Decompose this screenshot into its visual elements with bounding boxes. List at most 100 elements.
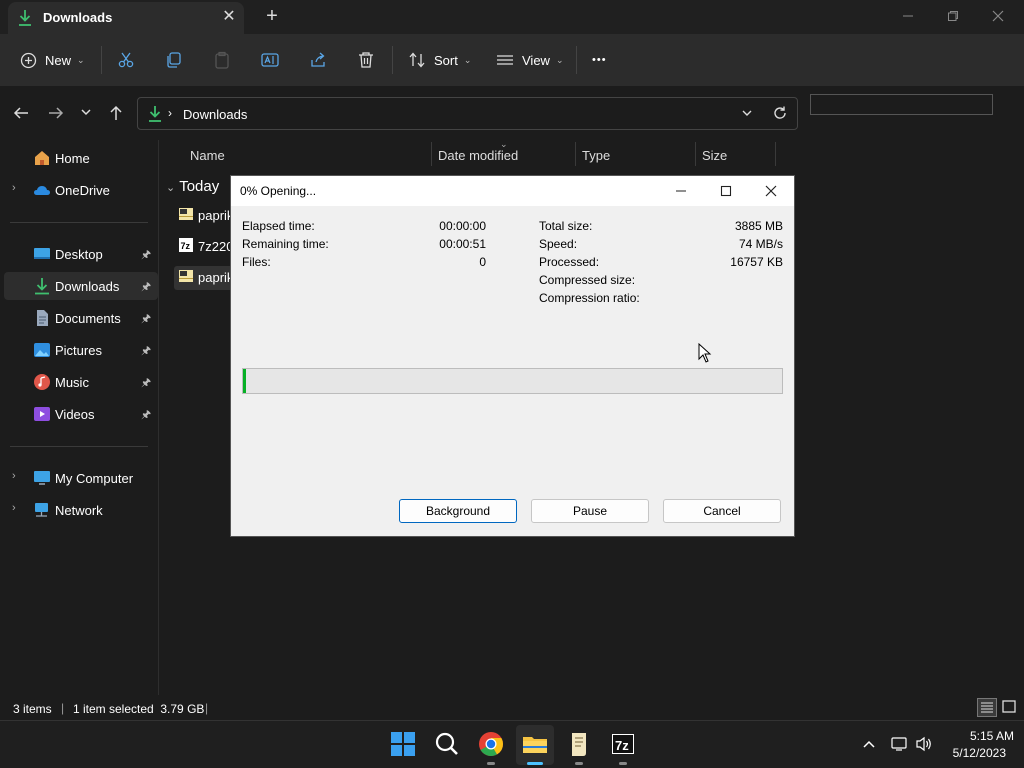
title-bar: Downloads ✕ + — [0, 0, 1024, 34]
cut-button[interactable] — [117, 48, 135, 72]
sidebar-item-label: Network — [55, 503, 103, 518]
column-header-size[interactable]: Size — [702, 148, 727, 163]
tab-close-icon[interactable]: ✕ — [218, 6, 240, 28]
tab-downloads[interactable]: Downloads ✕ — [8, 2, 244, 34]
breadcrumb[interactable]: Downloads — [183, 107, 247, 122]
recent-locations-chevron-icon[interactable] — [80, 106, 92, 121]
sidebar-item-videos[interactable]: Videos 🖈 — [4, 400, 158, 428]
list-item[interactable]: 7z 7z2201 — [174, 235, 241, 259]
sidebar-item-desktop[interactable]: Desktop 🖈 — [4, 240, 158, 268]
close-window-icon[interactable] — [978, 4, 1018, 28]
sort-label: Sort — [434, 52, 458, 68]
network-icon — [33, 501, 51, 519]
close-icon[interactable] — [751, 180, 791, 202]
sidebar-item-onedrive[interactable]: › OneDrive — [4, 176, 158, 204]
sidebar-item-label: Downloads — [55, 279, 120, 294]
address-bar[interactable]: › Downloads — [137, 97, 798, 130]
rename-button[interactable] — [261, 48, 279, 72]
sort-chevron-icon: ⌄ — [500, 139, 508, 149]
share-button[interactable] — [309, 48, 327, 72]
sidebar-item-label: Pictures — [55, 343, 102, 358]
new-button[interactable]: New ⌄ — [20, 48, 85, 72]
sidebar-item-label: Desktop — [55, 247, 103, 262]
chevron-down-icon: ⌄ — [463, 54, 472, 65]
sort-button[interactable]: Sort ⌄ — [408, 48, 471, 72]
divider[interactable] — [431, 142, 432, 166]
refresh-icon[interactable] — [772, 105, 788, 124]
copy-button[interactable] — [165, 48, 183, 72]
tiles-view-button[interactable] — [1000, 698, 1020, 717]
column-header-type[interactable]: Type — [582, 148, 610, 163]
file-explorer-icon[interactable] — [520, 729, 550, 759]
7zip-icon[interactable]: 7z — [608, 729, 638, 759]
files-label: Files: — [242, 255, 271, 269]
sidebar-item-network[interactable]: › Network — [4, 496, 158, 524]
computer-icon — [33, 469, 51, 487]
column-headers: Name Date modified ⌄ Type Size — [160, 139, 800, 168]
rename-icon — [261, 51, 279, 69]
minimize-icon[interactable] — [661, 180, 701, 202]
new-tab-button[interactable]: + — [260, 5, 284, 29]
pause-button[interactable]: Pause — [531, 499, 649, 523]
sidebar-item-home[interactable]: Home — [4, 144, 158, 172]
total-size-value: 3885 MB — [734, 219, 783, 233]
restore-icon[interactable] — [933, 4, 973, 28]
sidebar-item-documents[interactable]: Documents 🖈 — [4, 304, 158, 332]
chevron-right-icon[interactable]: › — [12, 470, 16, 482]
navigation-pane: Home › OneDrive Desktop 🖈 Downloads 🖈 Do… — [0, 140, 158, 695]
search-icon[interactable] — [432, 729, 462, 759]
up-arrow-icon[interactable] — [107, 104, 125, 125]
divider — [392, 46, 393, 74]
volume-icon[interactable] — [915, 736, 933, 755]
pin-icon: 🖈 — [141, 281, 152, 293]
notepad-icon[interactable] — [564, 729, 594, 759]
command-bar: New ⌄ Sort ⌄ View ⌄ ••• — [0, 34, 1024, 86]
column-header-name[interactable]: Name — [190, 148, 225, 163]
sidebar-item-label: Home — [55, 151, 90, 166]
progress-bar-fill — [243, 369, 246, 393]
background-button[interactable]: Background — [399, 499, 517, 523]
svg-text:7z: 7z — [615, 738, 629, 753]
list-item[interactable]: paprik — [174, 204, 234, 228]
pin-icon: 🖈 — [141, 249, 152, 261]
running-indicator — [619, 762, 627, 765]
group-header-today[interactable]: ⌄ Today — [166, 178, 219, 195]
chrome-icon[interactable] — [476, 729, 506, 759]
clock-time[interactable]: 5:15 AM — [944, 729, 1014, 743]
chevron-up-icon[interactable] — [862, 737, 876, 754]
chevron-right-icon[interactable]: › — [12, 502, 16, 514]
details-view-button[interactable] — [977, 698, 997, 717]
pin-icon: 🖈 — [141, 345, 152, 357]
divider[interactable] — [695, 142, 696, 166]
view-button[interactable]: View ⌄ — [496, 48, 564, 72]
sidebar-item-label: Videos — [55, 407, 95, 422]
paste-button[interactable] — [213, 48, 231, 72]
home-icon — [33, 149, 51, 167]
divider[interactable] — [775, 142, 776, 166]
sidebar-item-my-computer[interactable]: › My Computer — [4, 464, 158, 492]
column-header-date-modified[interactable]: Date modified — [438, 148, 518, 163]
minimize-icon[interactable] — [888, 4, 928, 28]
divider[interactable] — [575, 142, 576, 166]
sidebar-item-label: Music — [55, 375, 89, 390]
search-input[interactable] — [810, 94, 993, 115]
address-dropdown-icon[interactable] — [741, 107, 753, 122]
divider — [158, 140, 159, 695]
delete-button[interactable] — [357, 48, 375, 72]
cancel-button[interactable]: Cancel — [663, 499, 781, 523]
sidebar-item-downloads[interactable]: Downloads 🖈 — [4, 272, 158, 300]
windows-start-icon[interactable] — [388, 729, 418, 759]
network-status-icon[interactable] — [891, 736, 909, 755]
status-bar: 3 items | 1 item selected 3.79 GB | — [0, 695, 1024, 720]
clock-date[interactable]: 5/12/2023 — [944, 746, 1006, 760]
list-item[interactable]: paprik — [174, 266, 234, 290]
maximize-icon[interactable] — [706, 180, 746, 202]
sidebar-item-pictures[interactable]: Pictures 🖈 — [4, 336, 158, 364]
back-arrow-icon[interactable] — [12, 104, 30, 125]
more-options-button[interactable]: ••• — [592, 48, 607, 72]
forward-arrow-icon[interactable] — [47, 104, 65, 125]
pictures-icon — [33, 341, 51, 359]
sidebar-item-music[interactable]: Music 🖈 — [4, 368, 158, 396]
dialog-title-bar: 0% Opening... — [231, 176, 794, 206]
chevron-right-icon[interactable]: › — [12, 182, 16, 194]
